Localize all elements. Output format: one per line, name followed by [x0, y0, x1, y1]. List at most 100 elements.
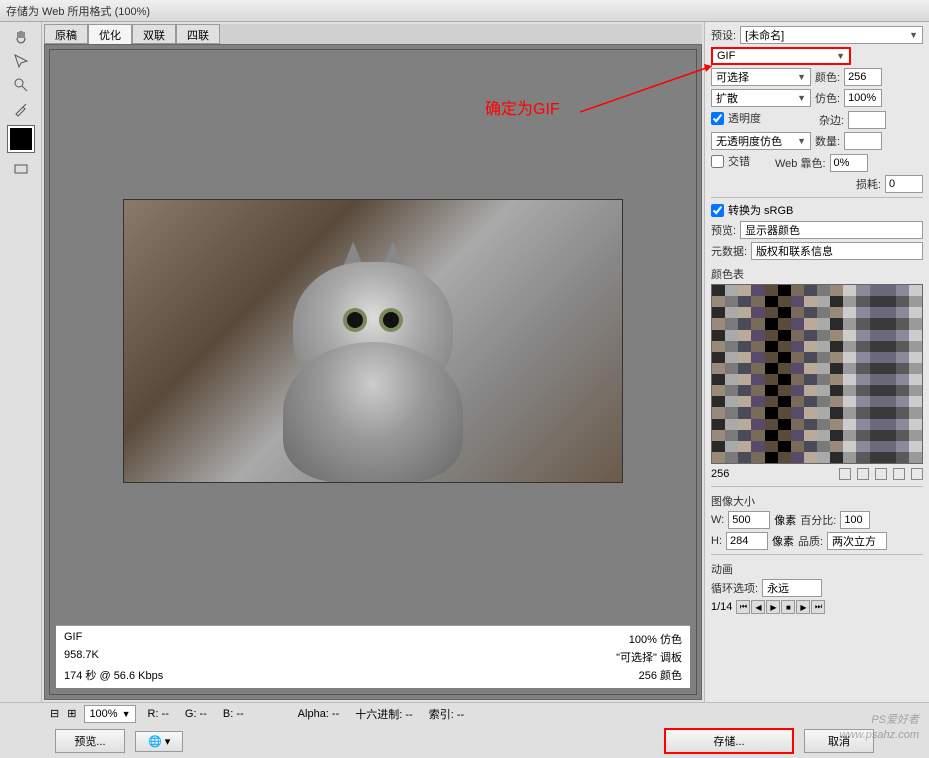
lossy-input[interactable] [885, 175, 923, 193]
color-swatch-cell[interactable] [712, 441, 725, 452]
color-swatch-cell[interactable] [830, 330, 843, 341]
color-swatch-cell[interactable] [725, 318, 738, 329]
color-swatch-cell[interactable] [791, 396, 804, 407]
color-swatch-cell[interactable] [738, 374, 751, 385]
width-input[interactable] [728, 511, 770, 529]
color-swatch-cell[interactable] [870, 330, 883, 341]
color-swatch-cell[interactable] [712, 341, 725, 352]
color-swatch-cell[interactable] [830, 307, 843, 318]
color-swatch-cell[interactable] [870, 396, 883, 407]
color-swatch-cell[interactable] [830, 430, 843, 441]
color-swatch-cell[interactable] [804, 341, 817, 352]
color-swatch-cell[interactable] [765, 419, 778, 430]
color-swatch-cell[interactable] [870, 285, 883, 296]
color-swatch-cell[interactable] [856, 374, 869, 385]
color-swatch-cell[interactable] [725, 396, 738, 407]
save-button[interactable]: 存储... [664, 728, 794, 754]
tab-original[interactable]: 原稿 [44, 24, 88, 44]
color-swatch-cell[interactable] [870, 363, 883, 374]
color-swatch-cell[interactable] [817, 307, 830, 318]
color-swatch-cell[interactable] [883, 385, 896, 396]
color-swatch-cell[interactable] [738, 285, 751, 296]
hand-tool[interactable] [10, 26, 32, 48]
image-preview-area[interactable] [56, 56, 690, 625]
color-swatch-cell[interactable] [817, 396, 830, 407]
trans-dither-dropdown[interactable]: 无透明度仿色 ▼ [711, 132, 811, 150]
tab-4up[interactable]: 四联 [176, 24, 220, 44]
color-swatch-cell[interactable] [896, 296, 909, 307]
color-swatch-cell[interactable] [909, 452, 922, 463]
color-swatch-cell[interactable] [778, 352, 791, 363]
color-swatch-cell[interactable] [778, 385, 791, 396]
color-swatch-cell[interactable] [738, 385, 751, 396]
color-swatch-cell[interactable] [883, 341, 896, 352]
color-swatch-cell[interactable] [883, 441, 896, 452]
color-swatch-cell[interactable] [725, 285, 738, 296]
colors-input[interactable] [844, 68, 882, 86]
ct-icon-1[interactable] [839, 468, 851, 480]
color-swatch-cell[interactable] [909, 430, 922, 441]
quality-dropdown[interactable]: 两次立方 [827, 532, 887, 550]
preset-dropdown[interactable]: [未命名] ▼ [740, 26, 923, 44]
dither-method-dropdown[interactable]: 扩散 ▼ [711, 89, 811, 107]
color-swatch-cell[interactable] [791, 363, 804, 374]
zoom-tool[interactable] [10, 74, 32, 96]
foreground-color[interactable] [8, 126, 34, 152]
zoom-select[interactable]: 100% ▼ [84, 705, 135, 723]
color-swatch-cell[interactable] [870, 407, 883, 418]
color-swatch-cell[interactable] [856, 396, 869, 407]
color-swatch-cell[interactable] [870, 385, 883, 396]
color-swatch-cell[interactable] [778, 318, 791, 329]
color-swatch-cell[interactable] [778, 396, 791, 407]
color-swatch-cell[interactable] [725, 374, 738, 385]
color-swatch-cell[interactable] [883, 396, 896, 407]
color-swatch-cell[interactable] [817, 385, 830, 396]
color-swatch-cell[interactable] [817, 341, 830, 352]
color-swatch-cell[interactable] [896, 363, 909, 374]
color-swatch-cell[interactable] [856, 285, 869, 296]
color-swatch-cell[interactable] [843, 385, 856, 396]
color-swatch-cell[interactable] [909, 330, 922, 341]
color-swatch-cell[interactable] [751, 307, 764, 318]
color-swatch-cell[interactable] [778, 330, 791, 341]
color-swatch-cell[interactable] [738, 430, 751, 441]
color-swatch-cell[interactable] [817, 430, 830, 441]
play-button[interactable]: ▶ [766, 600, 780, 614]
color-swatch-cell[interactable] [883, 307, 896, 318]
color-swatch-cell[interactable] [883, 296, 896, 307]
color-swatch-cell[interactable] [738, 296, 751, 307]
color-swatch-cell[interactable] [804, 419, 817, 430]
color-swatch-cell[interactable] [791, 374, 804, 385]
color-swatch-cell[interactable] [804, 318, 817, 329]
color-swatch-cell[interactable] [804, 396, 817, 407]
color-swatch-cell[interactable] [804, 330, 817, 341]
color-swatch-cell[interactable] [804, 441, 817, 452]
ct-icon-2[interactable] [857, 468, 869, 480]
color-swatch-cell[interactable] [804, 352, 817, 363]
color-swatch-cell[interactable] [856, 318, 869, 329]
color-swatch-cell[interactable] [751, 396, 764, 407]
color-swatch-cell[interactable] [791, 285, 804, 296]
color-swatch-cell[interactable] [830, 296, 843, 307]
color-swatch-cell[interactable] [870, 307, 883, 318]
color-swatch-cell[interactable] [791, 330, 804, 341]
color-swatch-cell[interactable] [751, 363, 764, 374]
prev-frame-button[interactable]: ◀ [751, 600, 765, 614]
color-swatch-cell[interactable] [843, 363, 856, 374]
color-swatch-cell[interactable] [791, 341, 804, 352]
color-swatch-cell[interactable] [896, 452, 909, 463]
color-swatch-cell[interactable] [778, 307, 791, 318]
color-swatch-cell[interactable] [883, 352, 896, 363]
color-swatch-cell[interactable] [765, 352, 778, 363]
color-swatch-cell[interactable] [712, 296, 725, 307]
color-swatch-cell[interactable] [791, 419, 804, 430]
color-swatch-cell[interactable] [856, 441, 869, 452]
color-swatch-cell[interactable] [856, 341, 869, 352]
color-swatch-cell[interactable] [843, 419, 856, 430]
amount-input[interactable] [844, 132, 882, 150]
color-swatch-cell[interactable] [751, 374, 764, 385]
color-swatch-cell[interactable] [778, 374, 791, 385]
last-frame-button[interactable]: ⏭ [811, 600, 825, 614]
color-swatch-cell[interactable] [738, 396, 751, 407]
tab-optimized[interactable]: 优化 [88, 24, 132, 44]
